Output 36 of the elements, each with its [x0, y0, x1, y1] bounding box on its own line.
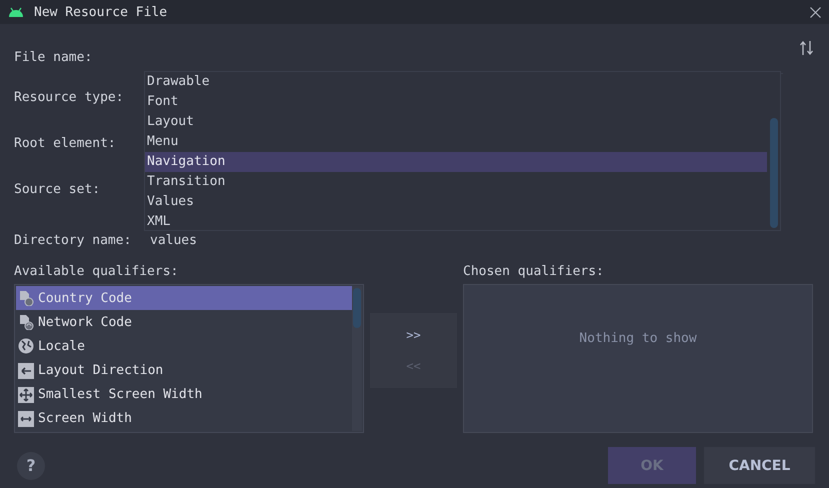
field-label: Directory name: [14, 232, 132, 248]
directory-name-value: values [150, 232, 197, 248]
qualifier-item[interactable]: Locale [16, 334, 352, 359]
dropdown-option[interactable]: XML [145, 212, 767, 232]
android-logo-icon [8, 7, 24, 17]
field-label: File name: [14, 50, 94, 65]
qualifier-item[interactable]: Country Code [16, 286, 352, 310]
file-globe-icon [18, 290, 34, 306]
dropdown-option[interactable]: Font [145, 92, 767, 112]
dropdown-option[interactable]: Values [145, 192, 767, 212]
sort-icon[interactable] [799, 41, 815, 55]
window-title: New Resource File [34, 4, 168, 20]
dropdown-option[interactable]: Transition [145, 172, 767, 192]
dropdown-option[interactable]: Menu [145, 132, 767, 152]
scrollbar[interactable] [352, 286, 362, 431]
dropdown-option[interactable]: Layout [145, 112, 767, 132]
move-button[interactable]: >> [400, 326, 427, 344]
horizontal-arrows-icon [18, 410, 34, 427]
qualifier-item[interactable]: Smallest Screen Width [16, 382, 352, 407]
close-icon[interactable] [810, 6, 821, 18]
dropdown-option[interactable]: Navigation [145, 152, 767, 172]
field-label: Root element: [14, 136, 117, 150]
qualifier-item[interactable]: Layout Direction [16, 358, 352, 383]
empty-message: Nothing to show [579, 331, 697, 347]
section-label: Available qualifiers: [14, 264, 180, 280]
help-button[interactable]: ? [17, 452, 45, 480]
field-label: Source set: [14, 182, 102, 196]
scrollbar-thumb[interactable] [770, 118, 778, 228]
move-arrows-icon [18, 386, 34, 403]
cancel-button[interactable]: CANCEL [704, 447, 815, 484]
field-label: Resource type: [14, 90, 125, 104]
globe-icon [18, 338, 34, 354]
qualifier-item[interactable]: Network Code [16, 310, 352, 334]
dropdown-option[interactable]: Drawable [145, 72, 767, 92]
section-label: Chosen qualifiers: [463, 264, 605, 280]
qualifier-item[interactable]: Screen Width [16, 406, 352, 432]
